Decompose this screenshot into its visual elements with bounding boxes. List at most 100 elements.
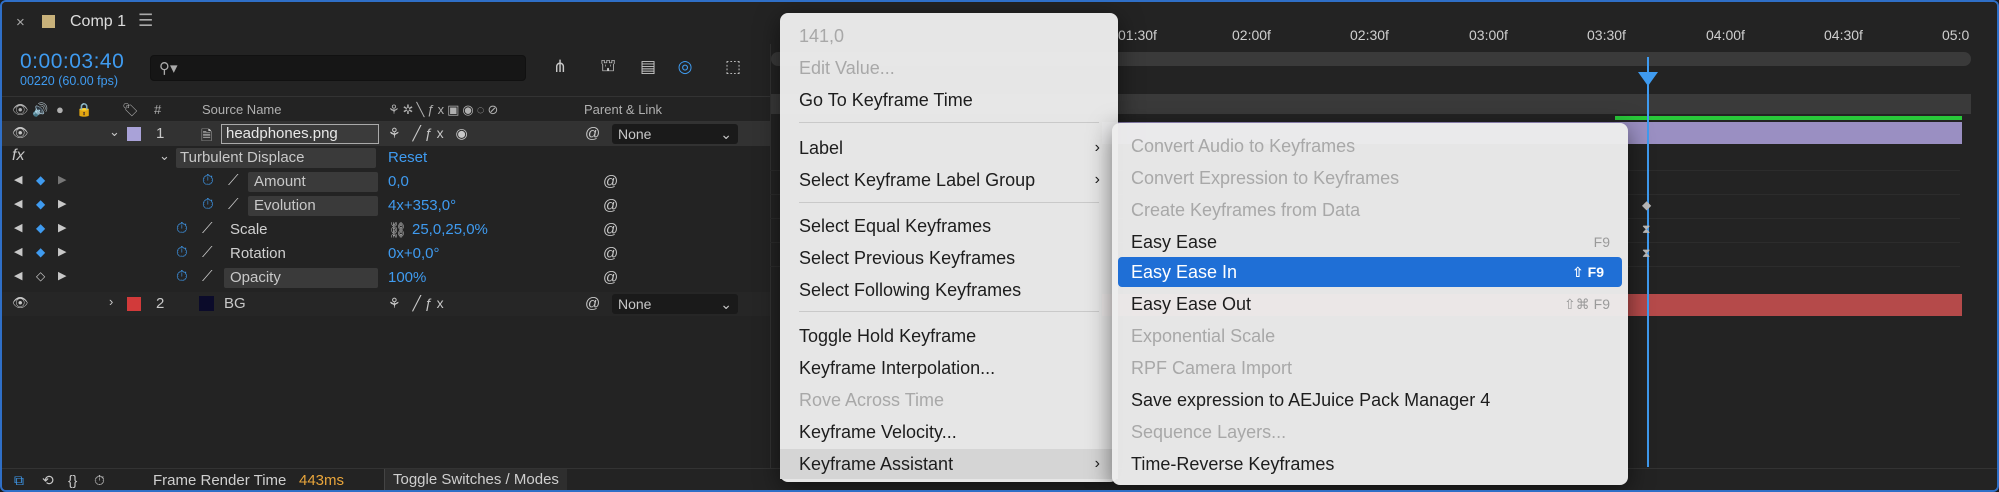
- next-keyframe-icon[interactable]: ▶: [58, 269, 66, 282]
- visibility-eye-icon[interactable]: 👁: [12, 295, 29, 311]
- stopwatch-icon[interactable]: ⏱: [176, 220, 188, 237]
- current-time-display[interactable]: 0:00:03:40: [20, 50, 124, 74]
- transfer-controls-icon[interactable]: {}: [68, 472, 77, 488]
- prev-keyframe-icon[interactable]: ◀: [14, 245, 22, 258]
- parent-dropdown-1[interactable]: None ⌄: [612, 124, 738, 144]
- stopwatch-icon[interactable]: ⏱: [176, 268, 188, 285]
- frame-blending-icon[interactable]: ▤: [635, 54, 661, 80]
- property-value[interactable]: 100%: [388, 269, 426, 286]
- label-tag-icon[interactable]: 🏷: [122, 102, 139, 118]
- search-input[interactable]: ⚲▾: [150, 55, 526, 81]
- menu-item-go-to-keyframe-time[interactable]: Go To Keyframe Time: [780, 85, 1118, 115]
- menu-item-keyframe-velocity[interactable]: Keyframe Velocity...: [780, 417, 1118, 447]
- pickwhip-icon[interactable]: @: [585, 295, 600, 312]
- menu-item-time-reverse-keyframes[interactable]: Time-Reverse Keyframes: [1112, 449, 1628, 479]
- column-source-name[interactable]: Source Name: [202, 102, 281, 117]
- menu-item-easy-ease[interactable]: Easy Ease F9: [1112, 227, 1628, 257]
- property-row-evolution[interactable]: ◀ ◆ ▶ ⏱ ⟋ Evolution 4x+353,0° @: [2, 194, 770, 218]
- graph-icon[interactable]: ⟋: [202, 244, 213, 261]
- playhead-handle[interactable]: [1638, 72, 1658, 86]
- keyframe-diamond-icon[interactable]: ◆: [36, 245, 45, 259]
- composition-flowchart-icon[interactable]: ⋔: [547, 54, 573, 80]
- mini-flowchart-icon[interactable]: ⟲: [42, 472, 54, 489]
- keyframe-marker-icon[interactable]: ⧗: [1642, 246, 1650, 261]
- layer-switches[interactable]: ⚘ ╱ƒx ◉: [388, 125, 472, 142]
- audio-switch-icon[interactable]: 🔊: [32, 102, 48, 118]
- pickwhip-icon[interactable]: @: [603, 197, 618, 214]
- lock-switch-icon[interactable]: 🔒: [76, 102, 92, 118]
- solo-switch-icon[interactable]: ●: [56, 102, 64, 117]
- menu-item-select-equal-keyframes[interactable]: Select Equal Keyframes: [780, 211, 1118, 241]
- menu-item-select-previous-keyframes[interactable]: Select Previous Keyframes: [780, 243, 1118, 273]
- layer-name[interactable]: BG: [224, 295, 246, 312]
- pickwhip-icon[interactable]: @: [585, 125, 600, 142]
- prev-keyframe-icon[interactable]: ◀: [14, 173, 22, 186]
- keyframe-diamond-icon[interactable]: ◆: [36, 221, 45, 235]
- graph-icon[interactable]: ⟋: [228, 196, 239, 213]
- expand-chevron-down-icon[interactable]: ⌄: [159, 148, 170, 164]
- playhead[interactable]: [1647, 57, 1649, 467]
- stopwatch-icon[interactable]: ⏱: [202, 172, 214, 189]
- column-parent-link[interactable]: Parent & Link: [584, 102, 662, 117]
- menu-item-easy-ease-in[interactable]: Easy Ease In ⇧ F9: [1118, 257, 1622, 287]
- property-value[interactable]: 25,0,25,0%: [412, 221, 488, 238]
- graph-editor-icon[interactable]: ⬚: [720, 54, 746, 80]
- property-value[interactable]: 4x+353,0°: [388, 197, 456, 214]
- property-value[interactable]: 0,0: [388, 173, 409, 190]
- property-value[interactable]: 0x+0,0°: [388, 245, 439, 262]
- next-keyframe-icon[interactable]: ▶: [58, 197, 66, 210]
- close-tab-icon[interactable]: ×: [16, 14, 25, 31]
- menu-item-easy-ease-out[interactable]: Easy Ease Out ⇧⌘ F9: [1112, 289, 1628, 319]
- prev-keyframe-icon[interactable]: ◀: [14, 269, 22, 282]
- panel-menu-icon[interactable]: ☰: [138, 11, 153, 31]
- pickwhip-icon[interactable]: @: [603, 245, 618, 262]
- layer-label-color[interactable]: [127, 297, 141, 311]
- layer-switches[interactable]: ⚘ ╱ƒx: [388, 295, 448, 312]
- stopwatch-icon[interactable]: ⏱: [202, 196, 214, 213]
- pickwhip-icon[interactable]: @: [603, 269, 618, 286]
- menu-item-keyframe-interpolation[interactable]: Keyframe Interpolation...: [780, 353, 1118, 383]
- keyframe-marker-icon[interactable]: ◆: [1642, 198, 1651, 212]
- property-row-opacity[interactable]: ◀ ◇ ▶ ⏱ ⟋ Opacity 100% @: [2, 266, 770, 290]
- stopwatch-icon[interactable]: ⏱: [176, 244, 188, 261]
- menu-item-label[interactable]: Label ›: [780, 133, 1118, 163]
- graph-icon[interactable]: ⟋: [228, 172, 239, 189]
- menu-item-toggle-hold-keyframe[interactable]: Toggle Hold Keyframe: [780, 321, 1118, 351]
- fx-icon[interactable]: fx: [12, 147, 24, 165]
- layer-row-2[interactable]: 👁 › 2 BG ⚘ ╱ƒx @ None ⌄: [2, 292, 770, 316]
- keyframe-diamond-outline-icon[interactable]: ◇: [36, 269, 45, 283]
- render-time-icon[interactable]: ⏱: [94, 472, 105, 489]
- video-switch-icon[interactable]: 👁: [12, 102, 29, 118]
- property-row-rotation[interactable]: ◀ ◆ ▶ ⏱ ⟋ Rotation 0x+0,0° @: [2, 242, 770, 266]
- layer-name-field[interactable]: headphones.png: [221, 124, 379, 144]
- keyframe-marker-icon[interactable]: ⧗: [1642, 222, 1650, 237]
- pickwhip-icon[interactable]: @: [603, 173, 618, 190]
- keyframe-diamond-icon[interactable]: ◆: [36, 173, 45, 187]
- property-row-amount[interactable]: ◀ ◆ ▶ ⏱ ⟋ Amount 0,0 @: [2, 170, 770, 194]
- comp-settings-icon[interactable]: ⧉: [14, 472, 24, 489]
- tab-comp-1[interactable]: Comp 1: [70, 13, 126, 31]
- visibility-eye-icon[interactable]: 👁: [12, 125, 29, 141]
- menu-item-select-following-keyframes[interactable]: Select Following Keyframes: [780, 275, 1118, 305]
- pickwhip-icon[interactable]: @: [603, 221, 618, 238]
- layer-row-1[interactable]: 👁 ⌄ 1 🗎 headphones.png ⚘ ╱ƒx ◉ @ None ⌄: [2, 122, 770, 146]
- next-keyframe-icon[interactable]: ▶: [58, 245, 66, 258]
- effect-row[interactable]: fx ⌄ Turbulent Displace Reset: [2, 146, 770, 170]
- shy-layers-icon[interactable]: ⛫: [595, 54, 621, 80]
- menu-item-save-expression-aejuice[interactable]: Save expression to AEJuice Pack Manager …: [1112, 385, 1628, 415]
- expand-chevron-right-icon[interactable]: ›: [109, 294, 113, 309]
- expand-chevron-down-icon[interactable]: ⌄: [109, 124, 120, 140]
- keyframe-diamond-icon[interactable]: ◆: [36, 197, 45, 211]
- constrain-link-icon[interactable]: ⛓: [388, 221, 407, 239]
- toggle-switches-modes-button[interactable]: Toggle Switches / Modes: [384, 469, 567, 490]
- effect-reset-link[interactable]: Reset: [388, 149, 427, 166]
- property-row-scale[interactable]: ◀ ◆ ▶ ⏱ ⟋ Scale ⛓ 25,0,25,0% @: [2, 218, 770, 242]
- graph-icon[interactable]: ⟋: [202, 268, 213, 285]
- prev-keyframe-icon[interactable]: ◀: [14, 197, 22, 210]
- menu-item-select-keyframe-label-group[interactable]: Select Keyframe Label Group ›: [780, 165, 1118, 195]
- effect-name[interactable]: Turbulent Displace: [176, 148, 376, 168]
- menu-item-keyframe-assistant[interactable]: Keyframe Assistant ›: [780, 449, 1118, 479]
- prev-keyframe-icon[interactable]: ◀: [14, 221, 22, 234]
- graph-icon[interactable]: ⟋: [202, 220, 213, 237]
- layer-label-color[interactable]: [127, 127, 141, 141]
